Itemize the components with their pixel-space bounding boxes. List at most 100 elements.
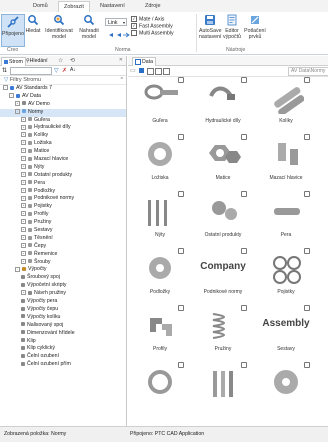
expand-icon[interactable]: + (21, 116, 26, 122)
bookmark-icon[interactable] (241, 248, 247, 254)
tree-node[interactable]: Šroubový spoj (0, 274, 126, 282)
library-item[interactable]: Company Podnikové normy (193, 247, 253, 299)
tree-node[interactable]: Výpočty čepu (0, 306, 126, 314)
library-item[interactable] (256, 361, 316, 413)
bookmark-icon[interactable] (178, 362, 184, 368)
tree-node[interactable]: + Mazací hlavice (0, 156, 126, 164)
bookmark-icon[interactable] (304, 248, 310, 254)
tree-node[interactable]: + Podnikové normy (0, 195, 126, 203)
identify-model-button[interactable]: Identifikovat model (44, 14, 74, 45)
grid-view-icon[interactable] (147, 68, 154, 75)
bookmark-icon[interactable] (241, 191, 247, 197)
tree-node[interactable]: + Návrh pružiny (0, 290, 126, 298)
tree-node[interactable]: + Profily (0, 211, 126, 219)
expand-icon[interactable]: + (21, 290, 26, 296)
history-icon[interactable]: ⟲ (70, 57, 75, 64)
library-item[interactable]: Nýty (130, 190, 190, 242)
tree-node[interactable]: Výpočty pera (0, 298, 126, 306)
expand-icon[interactable]: + (21, 156, 26, 162)
bookmark-icon[interactable] (178, 191, 184, 197)
tree-node[interactable]: Výpočetní skripty (0, 282, 126, 290)
tree-node[interactable]: + Čepy (0, 243, 126, 251)
expand-icon[interactable]: + (21, 195, 26, 201)
expand-icon[interactable]: + (21, 235, 26, 241)
tree-node[interactable]: Výpočty kolíku (0, 314, 126, 322)
library-item[interactable]: Ostatní produkty (193, 190, 253, 242)
tab-home[interactable]: Domů (28, 1, 53, 11)
library-item[interactable]: Assembly Sestavy (256, 304, 316, 356)
expand-icon[interactable]: + (21, 219, 26, 225)
search-button[interactable]: Hledat (24, 14, 42, 45)
collapse-icon[interactable]: - (15, 108, 20, 114)
library-item[interactable]: Mazací hlavice (256, 133, 316, 185)
fast-assembly-checkbox[interactable]: ✓ Fast Assembly (131, 23, 173, 29)
bookmark-icon[interactable] (304, 134, 310, 140)
sort-alpha-icon[interactable]: A↓ (70, 67, 76, 73)
bookmark-icon[interactable] (304, 191, 310, 197)
tree-node[interactable]: + Guľera (0, 117, 126, 125)
expand-icon[interactable]: + (21, 148, 26, 154)
clear-filter-icon[interactable]: ✗ (62, 67, 67, 74)
folder-icon[interactable]: ▭ (130, 67, 136, 74)
list-view-icon[interactable] (155, 68, 162, 75)
expand-icon[interactable]: + (21, 211, 26, 217)
autosave-button[interactable]: AutoSave nastavení (199, 14, 222, 45)
tab-tree[interactable]: Strom (1, 57, 26, 66)
bookmark-icon[interactable] (304, 362, 310, 368)
library-item[interactable]: Pojistky (256, 247, 316, 299)
tree-node[interactable]: + Nýty (0, 164, 126, 172)
star-icon[interactable]: ☆ (58, 57, 63, 64)
filter-icon[interactable]: ▽ (54, 67, 59, 74)
tree-node[interactable]: + Pružiny (0, 219, 126, 227)
library-item[interactable]: Pera (256, 190, 316, 242)
library-item[interactable]: Pružiny (193, 304, 253, 356)
tree-node[interactable]: + Řemenice (0, 251, 126, 259)
sort-icon[interactable]: ⇅ (2, 67, 7, 74)
tab-data[interactable]: Data (132, 57, 156, 66)
bookmark-icon[interactable] (304, 305, 310, 311)
replace-model-button[interactable]: Nahradit model (76, 14, 102, 45)
library-item[interactable]: Hydraulické díly (193, 76, 253, 128)
collapse-icon[interactable]: - (3, 85, 8, 91)
tree-node[interactable]: + Podložky (0, 188, 126, 196)
tree-node[interactable]: + Těsnění (0, 235, 126, 243)
bookmark-icon[interactable] (178, 77, 184, 83)
tree-node[interactable]: + Pera (0, 180, 126, 188)
tree-filter-combo[interactable] (10, 67, 52, 75)
large-icons-view-icon[interactable] (139, 68, 144, 73)
arrows-icon[interactable] (108, 32, 130, 38)
tree-node[interactable]: Čelní ozubení (0, 353, 126, 361)
link-combo[interactable]: Link ▾ (105, 18, 127, 26)
tab-view[interactable]: Zobrazit (58, 1, 90, 12)
tree-node[interactable]: Nalisovaný spoj (0, 322, 126, 330)
tree-node[interactable]: + AV Demo (0, 101, 126, 109)
path-filter-input[interactable]: AV Data\Normy (288, 67, 328, 76)
tree-node[interactable]: - Výpočty (0, 266, 126, 274)
tree-node[interactable]: - Normy (0, 108, 126, 117)
tree-node[interactable]: Klip cyklický (0, 345, 126, 353)
expand-icon[interactable]: + (21, 140, 26, 146)
collapse-icon[interactable]: - (9, 93, 14, 99)
close-icon[interactable]: ✕ (119, 57, 123, 63)
collapse-icon[interactable]: - (15, 266, 20, 272)
expand-icon[interactable]: + (21, 242, 26, 248)
bookmark-icon[interactable] (178, 134, 184, 140)
library-item[interactable]: Profily (130, 304, 190, 356)
tab-settings[interactable]: Nastavení (95, 1, 130, 11)
tree-filter-row[interactable]: ▽ Filtry Stromu ^ (0, 76, 126, 85)
tree-node[interactable]: + Matice (0, 148, 126, 156)
tab-resources[interactable]: Zdroje (140, 1, 166, 11)
expand-icon[interactable]: + (21, 171, 26, 177)
tree-node[interactable]: + Ostatní produkty (0, 172, 126, 180)
bookmark-icon[interactable] (241, 362, 247, 368)
details-view-icon[interactable] (163, 68, 170, 75)
calculation-editor-button[interactable]: Editor výpočtů (221, 14, 243, 45)
library-item[interactable]: Guľera (130, 76, 190, 128)
expand-icon[interactable]: + (21, 132, 26, 138)
expand-icon[interactable]: + (21, 179, 26, 185)
mate-axis-checkbox[interactable]: ✓ Mate / Axis (131, 16, 164, 22)
bookmark-icon[interactable] (178, 248, 184, 254)
tree-node[interactable]: Klip (0, 338, 126, 346)
tree-node[interactable]: + Pojistky (0, 203, 126, 211)
library-item[interactable] (130, 361, 190, 413)
